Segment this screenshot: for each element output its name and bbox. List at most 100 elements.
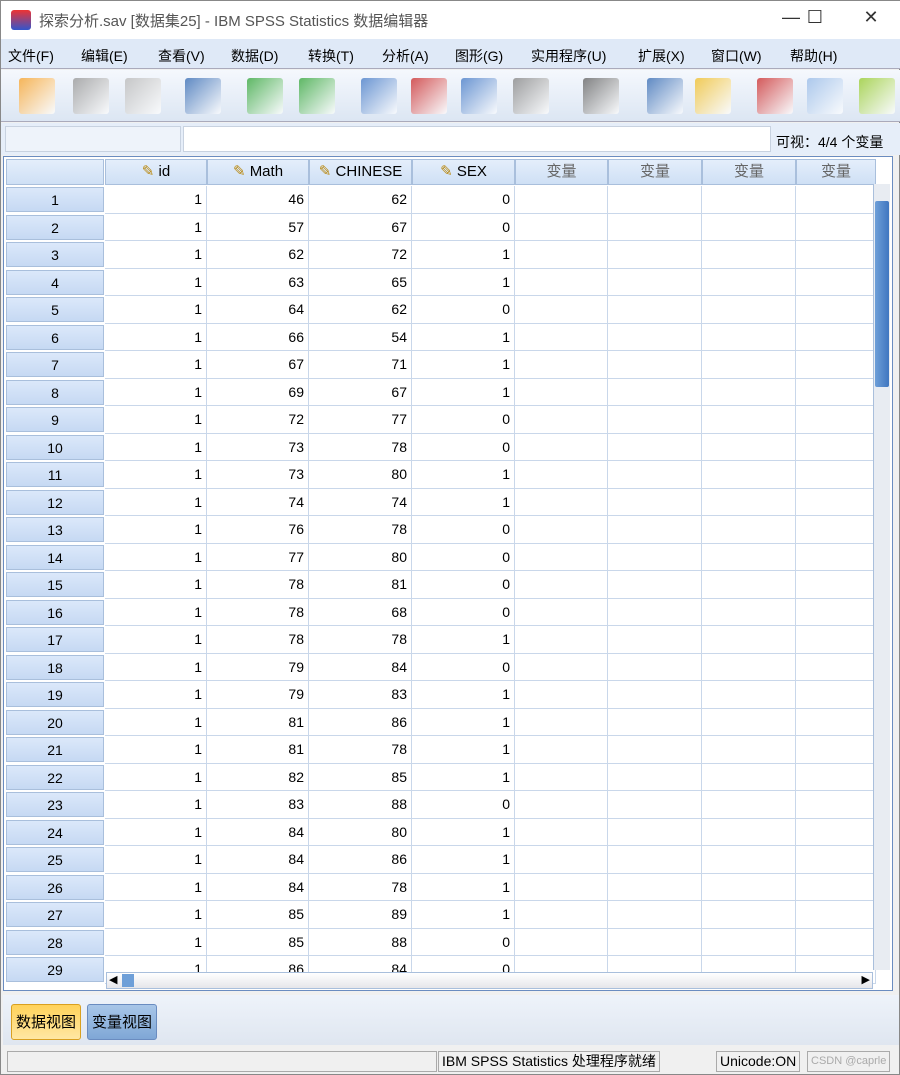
cell[interactable]: 1 (412, 461, 515, 489)
column-header-empty[interactable]: 变量 (702, 159, 796, 185)
cell[interactable] (702, 186, 796, 214)
cell[interactable] (702, 241, 796, 269)
cell[interactable]: 1 (105, 653, 207, 681)
cell[interactable] (702, 488, 796, 516)
cell[interactable]: 1 (412, 488, 515, 516)
cell[interactable]: 74 (309, 488, 412, 516)
cell[interactable] (796, 653, 876, 681)
cell[interactable]: 1 (105, 681, 207, 709)
cell[interactable]: 0 (412, 296, 515, 324)
cell[interactable] (608, 406, 702, 434)
cell[interactable]: 1 (412, 901, 515, 929)
cell[interactable]: 69 (207, 378, 309, 406)
cell[interactable] (702, 818, 796, 846)
find-icon[interactable] (583, 78, 619, 114)
row-header[interactable]: 19 (6, 682, 104, 707)
menu-7[interactable]: 实用程序(U) (531, 46, 606, 66)
cell[interactable]: 1 (105, 296, 207, 324)
cell[interactable]: 72 (309, 241, 412, 269)
cell-reference-field[interactable] (5, 126, 181, 152)
cell[interactable] (796, 213, 876, 241)
cell[interactable]: 1 (412, 818, 515, 846)
cell[interactable] (702, 653, 796, 681)
cell[interactable]: 1 (105, 571, 207, 599)
vertical-scroll-thumb[interactable] (875, 201, 889, 387)
cell[interactable] (796, 461, 876, 489)
cell[interactable]: 79 (207, 653, 309, 681)
column-header-math[interactable]: ✎ Math (207, 159, 309, 185)
cell[interactable] (702, 763, 796, 791)
cell[interactable]: 78 (309, 433, 412, 461)
cell[interactable] (702, 681, 796, 709)
cell[interactable]: 1 (412, 736, 515, 764)
cell[interactable] (796, 323, 876, 351)
cell[interactable]: 46 (207, 186, 309, 214)
scroll-right-icon[interactable]: ▶ (862, 973, 870, 986)
cell[interactable]: 67 (309, 213, 412, 241)
cell[interactable]: 76 (207, 516, 309, 544)
row-header[interactable]: 6 (6, 324, 104, 350)
cell[interactable]: 81 (207, 736, 309, 764)
save-icon[interactable] (73, 78, 109, 114)
cell[interactable] (515, 213, 608, 241)
menu-8[interactable]: 扩展(X) (638, 46, 685, 66)
cell[interactable]: 1 (412, 763, 515, 791)
cell[interactable]: 73 (207, 433, 309, 461)
cell[interactable]: 1 (412, 351, 515, 379)
cell[interactable] (515, 296, 608, 324)
cell[interactable]: 1 (412, 626, 515, 654)
cell[interactable]: 78 (207, 598, 309, 626)
cell[interactable] (608, 736, 702, 764)
cell[interactable] (515, 736, 608, 764)
row-header[interactable]: 14 (6, 544, 104, 570)
cell[interactable]: 62 (309, 186, 412, 214)
cell[interactable] (515, 571, 608, 599)
menu-0[interactable]: 文件(F) (8, 46, 54, 66)
cell[interactable]: 0 (412, 571, 515, 599)
row-header[interactable]: 5 (6, 297, 104, 322)
cell[interactable]: 1 (105, 708, 207, 736)
column-header-empty[interactable]: 变量 (796, 159, 876, 185)
cell[interactable] (608, 213, 702, 241)
cell[interactable]: 83 (309, 681, 412, 709)
cell[interactable] (796, 378, 876, 406)
cell[interactable] (515, 516, 608, 544)
cell[interactable]: 62 (207, 241, 309, 269)
cell[interactable]: 1 (105, 433, 207, 461)
cell[interactable]: 1 (105, 378, 207, 406)
cell[interactable]: 78 (309, 873, 412, 901)
cell[interactable] (515, 681, 608, 709)
menu-9[interactable]: 窗口(W) (711, 46, 762, 66)
cell[interactable]: 1 (105, 186, 207, 214)
row-header[interactable]: 25 (6, 847, 104, 872)
row-header[interactable]: 13 (6, 517, 104, 542)
cell[interactable] (608, 296, 702, 324)
cell[interactable] (515, 598, 608, 626)
row-header[interactable]: 1 (6, 187, 104, 212)
cell[interactable] (702, 351, 796, 379)
cell[interactable] (608, 928, 702, 956)
cell[interactable]: 1 (105, 351, 207, 379)
cell[interactable]: 0 (412, 598, 515, 626)
cell[interactable]: 1 (105, 928, 207, 956)
cell[interactable] (515, 653, 608, 681)
weight-icon[interactable] (647, 78, 683, 114)
cell[interactable]: 81 (309, 571, 412, 599)
cell[interactable] (702, 901, 796, 929)
cell[interactable]: 0 (412, 516, 515, 544)
row-header[interactable]: 7 (6, 352, 104, 377)
cell[interactable]: 1 (105, 268, 207, 296)
cell[interactable]: 67 (207, 351, 309, 379)
cell[interactable]: 1 (105, 846, 207, 874)
cell[interactable] (608, 543, 702, 571)
cell[interactable]: 78 (309, 626, 412, 654)
split-file-icon[interactable] (513, 78, 549, 114)
cell[interactable]: 1 (105, 516, 207, 544)
goto-case-icon[interactable] (361, 78, 397, 114)
cell[interactable]: 1 (105, 763, 207, 791)
row-header[interactable]: 23 (6, 792, 104, 817)
cell[interactable] (515, 488, 608, 516)
cell[interactable] (702, 323, 796, 351)
row-header[interactable]: 26 (6, 874, 104, 900)
cell[interactable] (796, 241, 876, 269)
